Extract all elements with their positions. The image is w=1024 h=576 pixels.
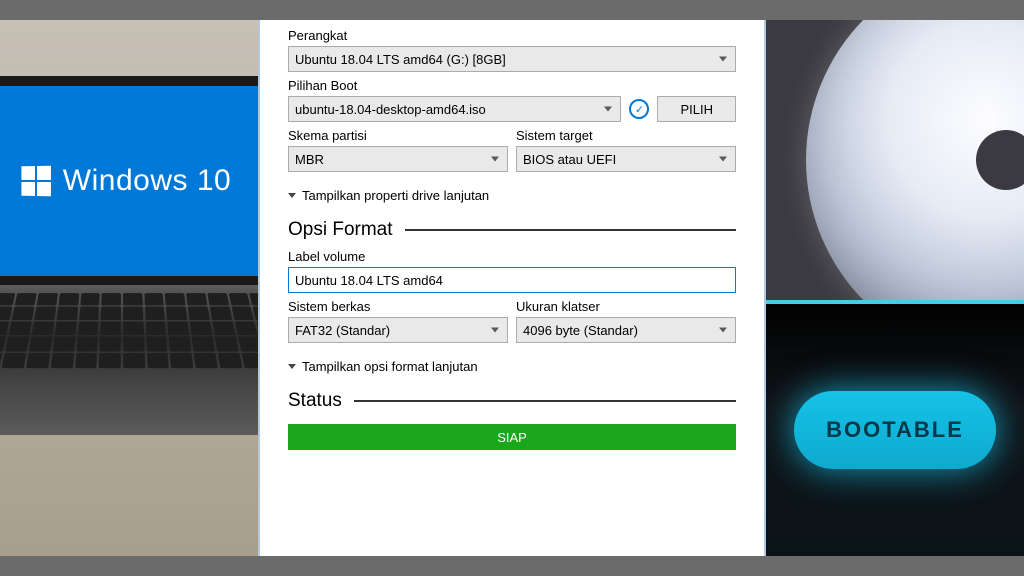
- volume-label-input[interactable]: [288, 267, 736, 293]
- bootable-tile: BOOTABLE: [766, 300, 1024, 556]
- target-system-select[interactable]: BIOS atau UEFI: [516, 146, 736, 172]
- divider: [354, 400, 736, 402]
- cluster-size-label: Ukuran klatser: [516, 299, 736, 314]
- format-options-heading: Opsi Format: [288, 219, 393, 241]
- cluster-size-select[interactable]: 4096 byte (Standar): [516, 317, 736, 343]
- chevron-down-icon: [288, 193, 296, 198]
- boot-selection-select[interactable]: ubuntu-18.04-desktop-amd64.iso: [288, 96, 621, 122]
- device-select[interactable]: Ubuntu 18.04 LTS amd64 (G:) [8GB]: [288, 46, 736, 72]
- status-text: SIAP: [497, 430, 527, 445]
- right-decorative-panel: BOOTABLE: [766, 20, 1024, 556]
- partition-scheme-select[interactable]: MBR: [288, 146, 508, 172]
- chevron-down-icon: [288, 364, 296, 369]
- windows-logo-icon: [21, 166, 51, 196]
- partition-scheme-label: Skema partisi: [288, 128, 508, 143]
- left-decorative-panel: Windows 10: [0, 20, 258, 556]
- laptop-screen: Windows 10: [0, 76, 258, 286]
- laptop-display: Windows 10: [0, 86, 258, 276]
- volume-label-label: Label volume: [288, 249, 736, 264]
- status-heading: Status: [288, 390, 342, 412]
- target-system-label: Sistem target: [516, 128, 736, 143]
- advanced-drive-toggle[interactable]: Tampilkan properti drive lanjutan: [288, 188, 736, 203]
- laptop-keyboard: [0, 293, 258, 368]
- table-surface: [0, 426, 258, 556]
- os-label: Windows 10: [63, 164, 231, 198]
- boot-selection-label: Pilihan Boot: [288, 78, 736, 93]
- iso-verified-icon: [629, 99, 649, 119]
- rufus-dialog: Perangkat Ubuntu 18.04 LTS amd64 (G:) [8…: [258, 20, 766, 556]
- laptop-body: [0, 285, 258, 435]
- status-bar: SIAP: [288, 424, 736, 450]
- divider: [405, 229, 736, 231]
- select-iso-button[interactable]: PILIH: [657, 96, 736, 122]
- filesystem-label: Sistem berkas: [288, 299, 508, 314]
- bootable-badge: BOOTABLE: [794, 391, 996, 469]
- filesystem-select[interactable]: FAT32 (Standar): [288, 317, 508, 343]
- device-label: Perangkat: [288, 28, 736, 43]
- advanced-format-toggle[interactable]: Tampilkan opsi format lanjutan: [288, 359, 736, 374]
